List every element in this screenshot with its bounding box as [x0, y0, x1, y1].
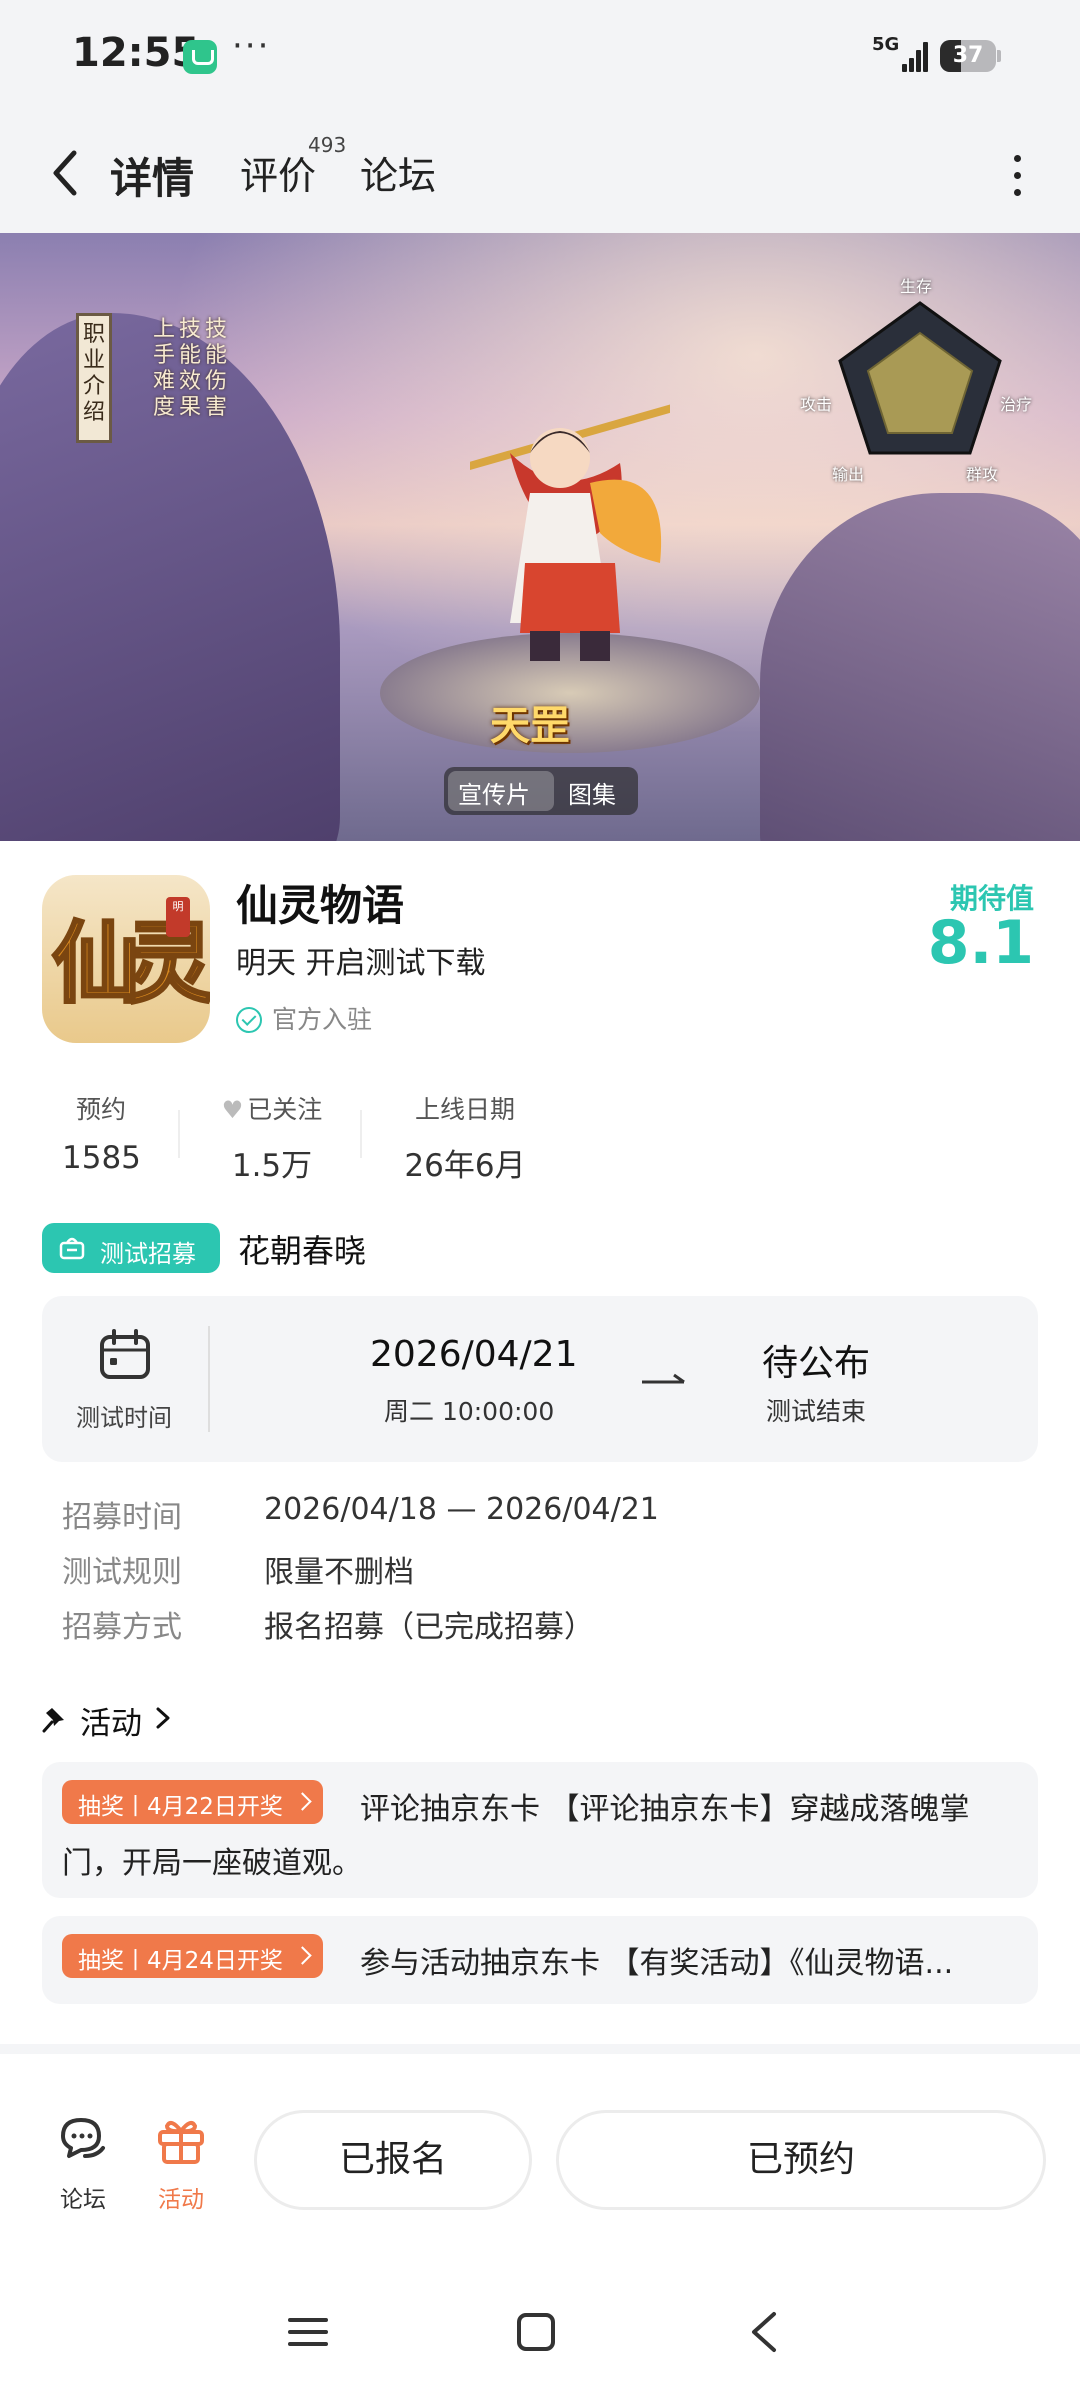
tab-detail-label: 详情	[110, 154, 195, 203]
vertical-label-1: 上手难度	[152, 317, 175, 420]
game-stats: 预约 1585 ♥ 已关注 1.5万 上线日期 26年6月	[0, 1090, 1080, 1184]
verified-badge: 官方入驻	[236, 1000, 372, 1036]
stat-value: 26年6月	[404, 1148, 526, 1184]
stat-label: 上线日期	[414, 1095, 515, 1124]
stat-divider	[360, 1110, 362, 1158]
heart-icon: ♥	[221, 1096, 244, 1124]
game-icon: 仙灵 明	[42, 875, 210, 1043]
radar-label-survival: 生存	[900, 277, 933, 296]
verified-check-icon	[236, 1007, 262, 1033]
status-bar: 12:55 ··· 5G 37	[0, 0, 1080, 115]
hero-character-image	[470, 404, 670, 661]
section-divider	[0, 2044, 1080, 2054]
chevron-right-icon[interactable]	[154, 1706, 172, 1730]
more-options-icon[interactable]	[1005, 145, 1029, 205]
menu-icon[interactable]	[288, 2312, 328, 2352]
lottery-badge: 抽奖丨4月24日开奖	[62, 1934, 323, 1978]
top-nav: 详情 评价 493 论坛	[0, 115, 1080, 233]
lottery-badge: 抽奖丨4月22日开奖	[62, 1780, 323, 1824]
ability-radar: 生存 攻击 治疗 输出 群攻	[800, 273, 1040, 513]
stat-follow[interactable]: ♥ 已关注 1.5万	[212, 1090, 332, 1185]
back-icon[interactable]	[40, 137, 100, 207]
radar-label-heal: 治疗	[1000, 395, 1033, 414]
test-recruit-badge: 测试招募	[42, 1223, 220, 1273]
review-count: 493	[308, 133, 347, 157]
media-option-video[interactable]: 宣传片	[458, 775, 530, 810]
tab-review[interactable]: 评价	[240, 145, 316, 200]
activity-card[interactable]: 抽奖丨4月22日开奖 评论抽京东卡 【评论抽京东卡】穿越成落魄掌 门，开局一座破…	[42, 1762, 1038, 1898]
tab-forum[interactable]: 论坛	[360, 145, 436, 200]
radar-label-output: 输出	[832, 465, 865, 484]
test-time-label: 测试时间	[76, 1404, 172, 1432]
hero-name: 天罡	[490, 703, 570, 749]
media-banner[interactable]: 职业介绍 上手难度 技能效果 技能伤害 生存 攻击 治疗 输出 群攻 天罡 宣传…	[0, 233, 1080, 841]
reserved-button[interactable]: 已预约	[556, 2110, 1046, 2210]
calendar-icon	[100, 1329, 150, 1379]
stat-reservations: 预约 1585	[62, 1090, 141, 1176]
signed-up-button[interactable]: 已报名	[254, 2110, 532, 2210]
forum-button[interactable]: 论坛	[38, 2112, 128, 2214]
media-option-gallery[interactable]: 图集	[568, 775, 616, 810]
info-value: 报名招募（已完成招募）	[264, 1610, 594, 1645]
info-key: 招募方式	[62, 1610, 182, 1645]
system-navigation-bar	[0, 2280, 1080, 2400]
status-time: 12:55	[72, 30, 200, 76]
gift-icon	[158, 2120, 204, 2164]
activity-text: 评论抽京东卡 【评论抽京东卡】穿越成落魄掌	[360, 1792, 970, 1827]
game-icon-seal: 明	[166, 897, 190, 937]
battery-tip	[997, 50, 1001, 62]
battery-icon: 37	[940, 40, 996, 72]
class-intro-tag: 职业介绍	[76, 313, 112, 443]
test-start-time: 周二 10:00:00	[384, 1397, 555, 1426]
vertical-label-3: 技能伤害	[204, 317, 227, 420]
signal-icon	[902, 40, 928, 72]
forum-label: 论坛	[60, 2187, 106, 2213]
activity-button[interactable]: 活动	[136, 2112, 226, 2214]
test-end-status: 待公布	[762, 1343, 871, 1384]
game-title: 仙灵物语	[236, 881, 405, 930]
verified-label: 官方入驻	[272, 1005, 373, 1034]
system-back-icon[interactable]	[744, 2310, 784, 2354]
more-notifications-icon: ···	[232, 26, 271, 66]
arrow-right-icon	[642, 1373, 685, 1384]
recruit-icon	[59, 1237, 85, 1260]
activities-header[interactable]: 活动	[80, 1698, 142, 1743]
tab-detail[interactable]: 详情	[104, 145, 201, 210]
stat-divider	[178, 1110, 180, 1158]
battery-percent: 37	[952, 43, 984, 68]
radar-label-aoe: 群攻	[966, 465, 999, 484]
expectation-score: 8.1	[927, 908, 1034, 978]
app-notification-icon	[183, 40, 217, 74]
home-icon[interactable]	[516, 2312, 556, 2352]
activity-card[interactable]: 抽奖丨4月24日开奖 参与活动抽京东卡 【有奖活动】《仙灵物语...	[42, 1916, 1038, 2004]
radar-label-attack: 攻击	[800, 395, 833, 414]
network-type: 5G	[872, 34, 900, 55]
info-value: 限量不删档	[264, 1555, 414, 1590]
info-key: 测试规则	[62, 1555, 182, 1590]
card-divider	[208, 1326, 210, 1432]
stat-release-date: 上线日期 26年6月	[398, 1090, 532, 1185]
media-switch: 宣传片 图集	[444, 767, 638, 815]
stat-value: 1.5万	[231, 1148, 313, 1184]
stat-label: ♥ 已关注	[212, 1090, 332, 1126]
recruit-badge-label: 测试招募	[100, 1240, 196, 1268]
game-subtitle: 明天 开启测试下载	[236, 946, 486, 981]
recruit-name: 花朝春晓	[238, 1232, 367, 1270]
activity-text: 参与活动抽京东卡 【有奖活动】《仙灵物语...	[360, 1946, 954, 1981]
activity-text-continued: 门，开局一座破道观。	[62, 1846, 362, 1881]
stat-label: 预约	[75, 1095, 126, 1124]
test-end-label: 测试结束	[766, 1397, 867, 1426]
stat-follow-label: 已关注	[247, 1095, 323, 1124]
test-schedule-card: 测试时间 2026/04/21 周二 10:00:00 待公布 测试结束	[42, 1296, 1038, 1462]
activity-label: 活动	[158, 2187, 204, 2213]
vertical-label-2: 技能效果	[178, 317, 201, 420]
info-value: 2026/04/18 — 2026/04/21	[264, 1492, 659, 1527]
stat-value: 1585	[62, 1140, 141, 1176]
info-key: 招募时间	[62, 1500, 182, 1535]
test-start-date: 2026/04/21	[370, 1334, 578, 1375]
pin-icon	[42, 1708, 64, 1733]
forum-chat-icon	[61, 2118, 105, 2158]
